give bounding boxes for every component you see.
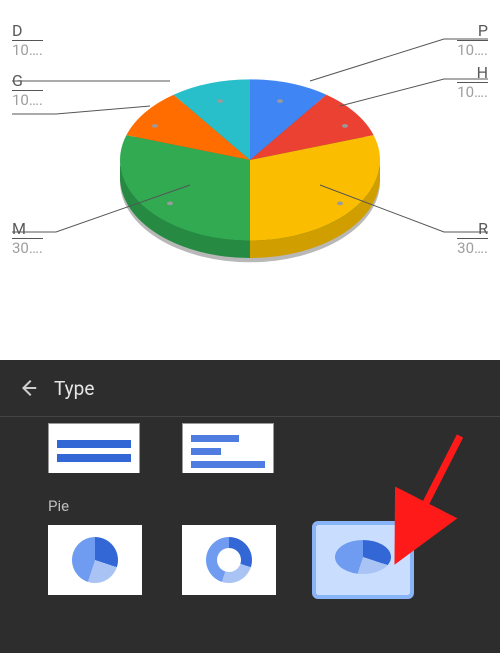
slice-value: 30….: [457, 239, 488, 257]
slice-label-D: D 10….: [12, 22, 43, 60]
slice-label-M: M 30….: [12, 220, 43, 258]
slice-letter: P: [457, 22, 488, 41]
chart-type-row-bar: [0, 417, 500, 473]
slice-value: 10….: [457, 83, 488, 101]
panel-header: Type: [0, 360, 500, 417]
chart-type-pie-3d[interactable]: [316, 525, 410, 595]
section-label-pie: Pie: [0, 473, 500, 525]
slice-letter: D: [12, 22, 43, 41]
chart-type-pie-flat[interactable]: [48, 525, 142, 595]
slice-label-G: G 10….: [12, 72, 43, 110]
slice-value: 30….: [12, 239, 43, 257]
chart-type-bar-grouped[interactable]: [182, 423, 274, 473]
slice-value: 10….: [457, 41, 488, 59]
chart-type-panel: Type Pie: [0, 360, 500, 653]
slice-letter: M: [12, 220, 43, 239]
slice-label-P: P 10….: [457, 22, 488, 60]
pie-3d-icon: [335, 540, 391, 580]
slice-value: 10….: [12, 41, 43, 59]
slice-label-H: H 10….: [457, 64, 488, 102]
pie-icon: [72, 537, 118, 583]
chart-type-pie-donut[interactable]: [182, 525, 276, 595]
back-button[interactable]: [8, 368, 48, 408]
slice-label-R: R 30….: [457, 220, 488, 258]
arrow-left-icon: [17, 377, 39, 399]
slice-letter: G: [12, 72, 43, 91]
panel-title: Type: [54, 377, 94, 400]
pie-svg: [110, 20, 390, 300]
pie-chart-3d: [110, 20, 390, 300]
chart-preview-area: D 10…. G 10…. M 30…. P 10…. H 10…. R 30……: [0, 0, 500, 360]
chart-type-bar-100[interactable]: [48, 423, 140, 473]
chart-type-row-pie: [0, 525, 500, 595]
slice-value: 10….: [12, 91, 43, 109]
slice-letter: H: [457, 64, 488, 83]
donut-icon: [206, 537, 252, 583]
slice-letter: R: [457, 220, 488, 239]
